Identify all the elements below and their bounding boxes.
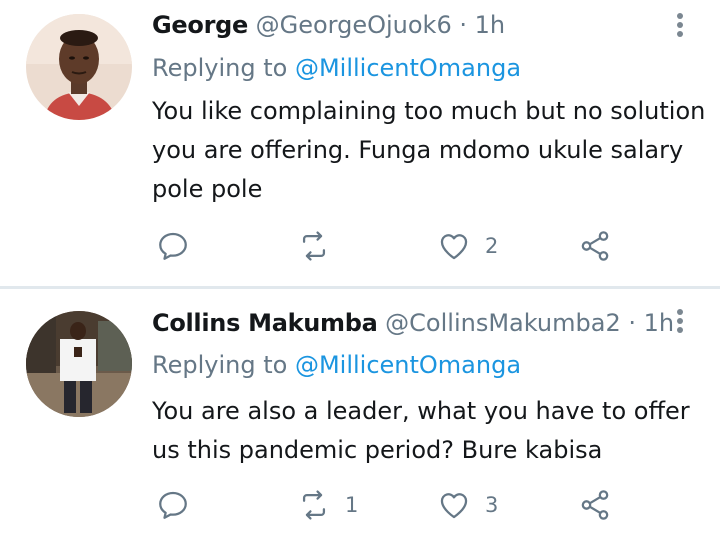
reply-icon: [159, 491, 187, 519]
tweet-header: Collins Makumba @CollinsMakumba2 · 1h: [152, 307, 674, 339]
tweet-header: George @GeorgeOjuok6 · 1h: [152, 9, 505, 41]
retweet-button[interactable]: [297, 226, 345, 266]
like-button[interactable]: 2: [437, 226, 498, 266]
avatar[interactable]: [26, 14, 132, 120]
share-button[interactable]: [578, 226, 612, 266]
avatar-photo-icon: [26, 311, 132, 417]
avatar[interactable]: [26, 311, 132, 417]
replying-to: Replying to @MillicentOmanga: [152, 52, 521, 84]
separator: ·: [459, 11, 468, 39]
like-count: 2: [485, 234, 499, 258]
tweet-actions: 1 3: [0, 485, 720, 525]
like-count: 3: [485, 493, 499, 517]
retweet-icon: [302, 490, 326, 520]
replying-to: Replying to @MillicentOmanga: [152, 349, 521, 381]
tweet[interactable]: George @GeorgeOjuok6 · 1h Replying to @M…: [0, 0, 720, 286]
avatar-photo-icon: [26, 14, 132, 120]
tweet[interactable]: Collins Makumba @CollinsMakumba2 · 1h Re…: [0, 289, 720, 540]
more-options-icon[interactable]: [670, 9, 690, 41]
author-handle[interactable]: @CollinsMakumba2: [385, 309, 621, 337]
share-icon: [581, 490, 609, 520]
author-name[interactable]: Collins Makumba: [152, 309, 378, 337]
replying-to-label: Replying to: [152, 351, 288, 379]
reply-button[interactable]: [156, 226, 190, 266]
retweet-button[interactable]: 1: [297, 485, 358, 525]
mention-link[interactable]: @MillicentOmanga: [295, 54, 521, 82]
retweet-count: 1: [345, 493, 359, 517]
tweet-text: You like complaining too much but no sol…: [152, 97, 706, 203]
like-button[interactable]: 3: [437, 485, 498, 525]
replying-to-label: Replying to: [152, 54, 288, 82]
reply-icon: [159, 232, 187, 260]
share-icon: [581, 231, 609, 261]
timestamp[interactable]: 1h: [475, 11, 505, 39]
retweet-icon: [302, 231, 326, 261]
author-handle[interactable]: @GeorgeOjuok6: [256, 11, 452, 39]
reply-button[interactable]: [156, 485, 190, 525]
heart-icon: [440, 493, 468, 519]
separator: ·: [628, 309, 636, 337]
author-name[interactable]: George: [152, 11, 248, 39]
heart-icon: [440, 234, 468, 260]
tweet-text: You are also a leader, what you have to …: [152, 397, 690, 464]
tweet-actions: 2: [0, 226, 720, 266]
mention-link[interactable]: @MillicentOmanga: [295, 351, 521, 379]
more-options-icon[interactable]: [670, 305, 690, 337]
share-button[interactable]: [578, 485, 612, 525]
